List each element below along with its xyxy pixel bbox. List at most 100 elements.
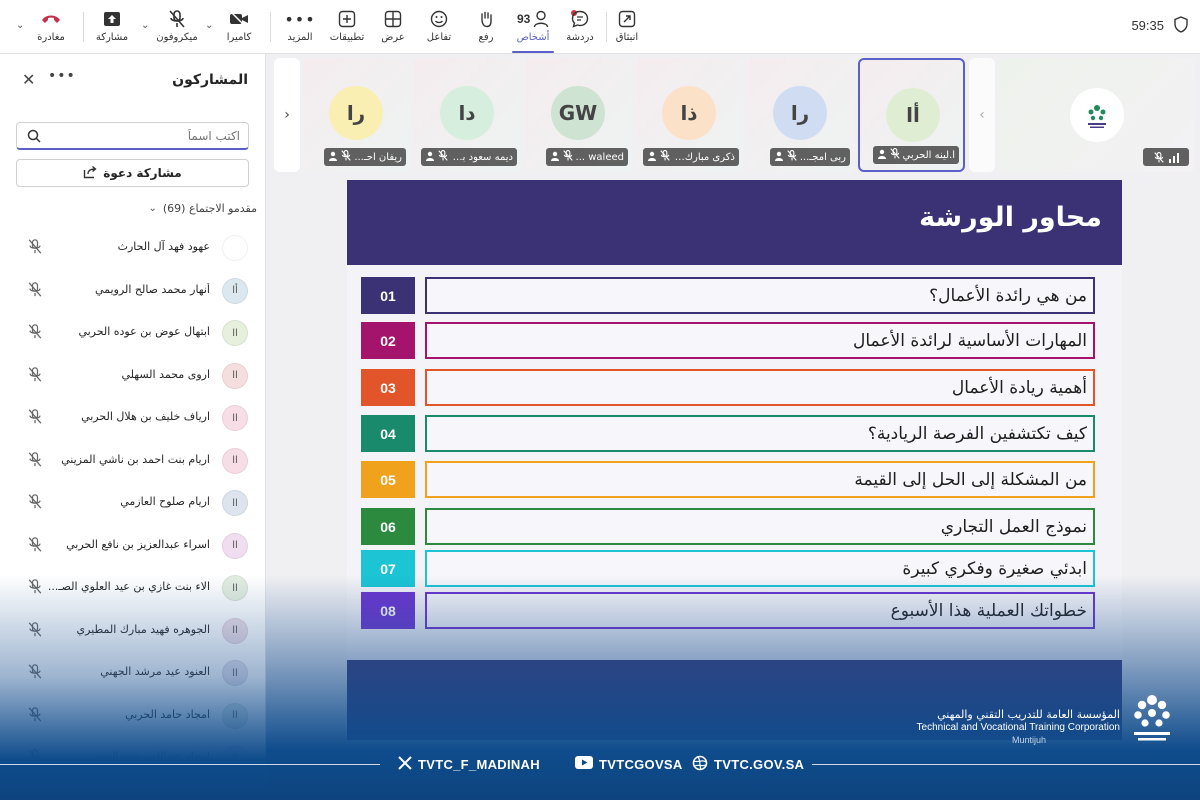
hang-up-icon [41, 8, 61, 30]
participant-row[interactable]: اا اروى محمد السهلي [0, 357, 266, 400]
avatar: اا [222, 617, 248, 644]
mic-off-icon [28, 706, 42, 726]
emoji-icon [430, 8, 448, 30]
mic-off-icon [28, 409, 42, 428]
agenda-number: 01 [361, 277, 415, 314]
hand-icon [477, 8, 495, 30]
agenda-text-box: كيف تكتشفين الفرصة الريادية؟ [425, 415, 1095, 452]
mic-off-icon [660, 150, 670, 164]
participants-panel: المشاركون ••• ✕ مشاركة دعوة ⌄ مقدمو الاج… [0, 54, 266, 800]
strip-prev-button[interactable]: ‹ [969, 58, 995, 172]
people-icon [533, 8, 549, 30]
toolbar-divider [83, 12, 84, 42]
participant-row[interactable]: اا اريام صلوح العازمي [0, 484, 266, 527]
tile-name: ريفان احـ... [354, 151, 402, 163]
presenters-section-header[interactable]: ⌄ مقدمو الاجتماع (69) [148, 202, 257, 215]
react-button[interactable]: تفاعل [412, 8, 466, 48]
chevron-down-icon: ⌄ [148, 203, 157, 214]
participant-row[interactable]: اا امجاد عبدالله محمد العمد [0, 739, 266, 782]
tile-avatar: را [329, 86, 383, 140]
agenda-item: 04 كيف تكتشفين الفرصة الريادية؟ [361, 415, 1095, 452]
tile-name: ديمه سعود بـ... [451, 151, 513, 163]
participant-row[interactable]: اا ارياف خليف بن هلال الحربي [0, 399, 266, 442]
microphone-button[interactable]: ميكروفون [150, 8, 204, 48]
mic-off-icon [28, 281, 42, 301]
participant-row[interactable]: اا الجوهره فهيد مبارك المطيري [0, 612, 266, 655]
x-handle[interactable]: TVTC_F_MADINAH [398, 754, 540, 774]
agenda-item: 08 خطواتك العملية هذا الأسبوع [361, 592, 1095, 629]
avatar [222, 235, 248, 261]
agenda-number: 08 [361, 592, 415, 629]
close-icon[interactable]: ✕ [22, 70, 35, 89]
agenda-text: أهمية ريادة الأعمال [951, 377, 1087, 398]
chevron-right-icon: › [284, 107, 290, 123]
globe-icon [692, 755, 708, 774]
agenda-text-box: أهمية ريادة الأعمال [425, 369, 1095, 406]
mic-off-icon [28, 494, 42, 513]
person-icon [774, 151, 784, 164]
avatar: اا [222, 702, 248, 729]
org-subtitle: Muntijuh [1011, 735, 1046, 745]
avatar: اا [222, 660, 248, 686]
search-input[interactable] [50, 127, 240, 145]
participant-row[interactable]: اا اريام بنت احمد بن ناشي المزيني [0, 442, 266, 485]
agenda-text-box: خطواتك العملية هذا الأسبوع [425, 592, 1095, 629]
more-button[interactable]: ••• المزيد [273, 8, 327, 48]
participant-row[interactable]: اا الاء بنت غازي بن عيد العلوي الصـ... [0, 569, 266, 612]
share-button[interactable]: مشاركة [85, 8, 139, 48]
tile-name-bar: ذكرى مبارك ... [643, 148, 739, 166]
people-button[interactable]: أشخاص [506, 8, 560, 53]
participant-tile[interactable]: GW waleed ... [525, 58, 632, 172]
participant-tile[interactable]: أا أ.لينه الحربي [858, 58, 965, 172]
chat-label: دردشة [566, 32, 594, 43]
mic-off-icon [341, 150, 352, 164]
popout-button[interactable]: انبثاق [600, 8, 654, 48]
youtube-logo-icon [575, 756, 593, 772]
chat-button[interactable]: دردشة [553, 8, 607, 48]
agenda-text: نموذج العمل التجاري [940, 516, 1087, 537]
website-text: TVTC.GOV.SA [714, 756, 805, 772]
mic-chevron-icon[interactable]: ⌄ [141, 20, 149, 31]
section-label: مقدمو الاجتماع (69) [162, 202, 257, 215]
participant-tile[interactable]: دا ديمه سعود بـ... [414, 58, 521, 172]
mic-off-icon [889, 148, 900, 162]
leave-button[interactable]: مغادرة [24, 8, 78, 48]
person-icon [877, 149, 887, 162]
participant-row[interactable]: اا اسراء عبدالعزيز بن نافع الحربي [0, 527, 266, 570]
share-screen-icon [103, 8, 121, 30]
participant-row[interactable]: أا أنهار محمد صالح الرويمي [0, 272, 266, 315]
youtube-handle[interactable]: TVTCGOVSA [575, 754, 683, 774]
apps-label: تطبيقات [329, 32, 365, 43]
raise-hand-button[interactable]: رفع [459, 8, 513, 48]
participant-row[interactable]: اا ابتهال عوض بن عوده الحربي [0, 314, 266, 357]
participant-tile[interactable]: را ريفان احـ... [303, 58, 410, 172]
mic-label: ميكروفون [156, 32, 198, 43]
camera-button[interactable]: كاميرا [212, 8, 266, 48]
participants-list: عهود فهد آل الحارث أا أنهار محمد صالح الرو… [0, 229, 266, 782]
leave-label: مغادرة [37, 32, 65, 43]
add-app-icon [338, 8, 356, 30]
agenda-text: ابدئي صغيرة وفكري كبيرة [902, 558, 1087, 579]
strip-next-button[interactable]: › [274, 58, 300, 172]
participant-name: اسراء عبدالعزيز بن نافع الحربي [66, 537, 210, 551]
participant-row[interactable]: اا امجاد حامد الحربي [0, 697, 266, 740]
mic-off-icon [28, 621, 42, 641]
avatar: اا [222, 532, 248, 559]
more-options-icon[interactable]: ••• [48, 68, 76, 84]
participant-row[interactable]: عهود فهد آل الحارث [0, 229, 266, 272]
participant-tile[interactable]: ذا ذكرى مبارك ... [636, 58, 743, 172]
participant-tile[interactable]: را ربى امجـ... [747, 58, 854, 172]
camera-off-icon [229, 8, 249, 30]
agenda-item: 03 أهمية ريادة الأعمال [361, 369, 1095, 406]
share-invite-button[interactable]: مشاركة دعوة [16, 159, 249, 187]
agenda-text-box: من المشكلة إلى الحل إلى القيمة [425, 461, 1095, 498]
participant-name: العنود عيد مرشد الجهني [100, 665, 210, 678]
chat-icon [571, 8, 589, 30]
agenda-text-box: المهارات الأساسية لرائدة الأعمال [425, 322, 1095, 359]
agenda-text: كيف تكتشفين الفرصة الريادية؟ [867, 423, 1087, 444]
website-link[interactable]: TVTC.GOV.SA [692, 754, 804, 774]
search-box[interactable] [16, 122, 249, 150]
organizer-tile[interactable] [999, 58, 1195, 172]
participant-row[interactable]: اا العنود عيد مرشد الجهني [0, 654, 266, 697]
agenda-text: من المشكلة إلى الحل إلى القيمة [854, 469, 1087, 490]
